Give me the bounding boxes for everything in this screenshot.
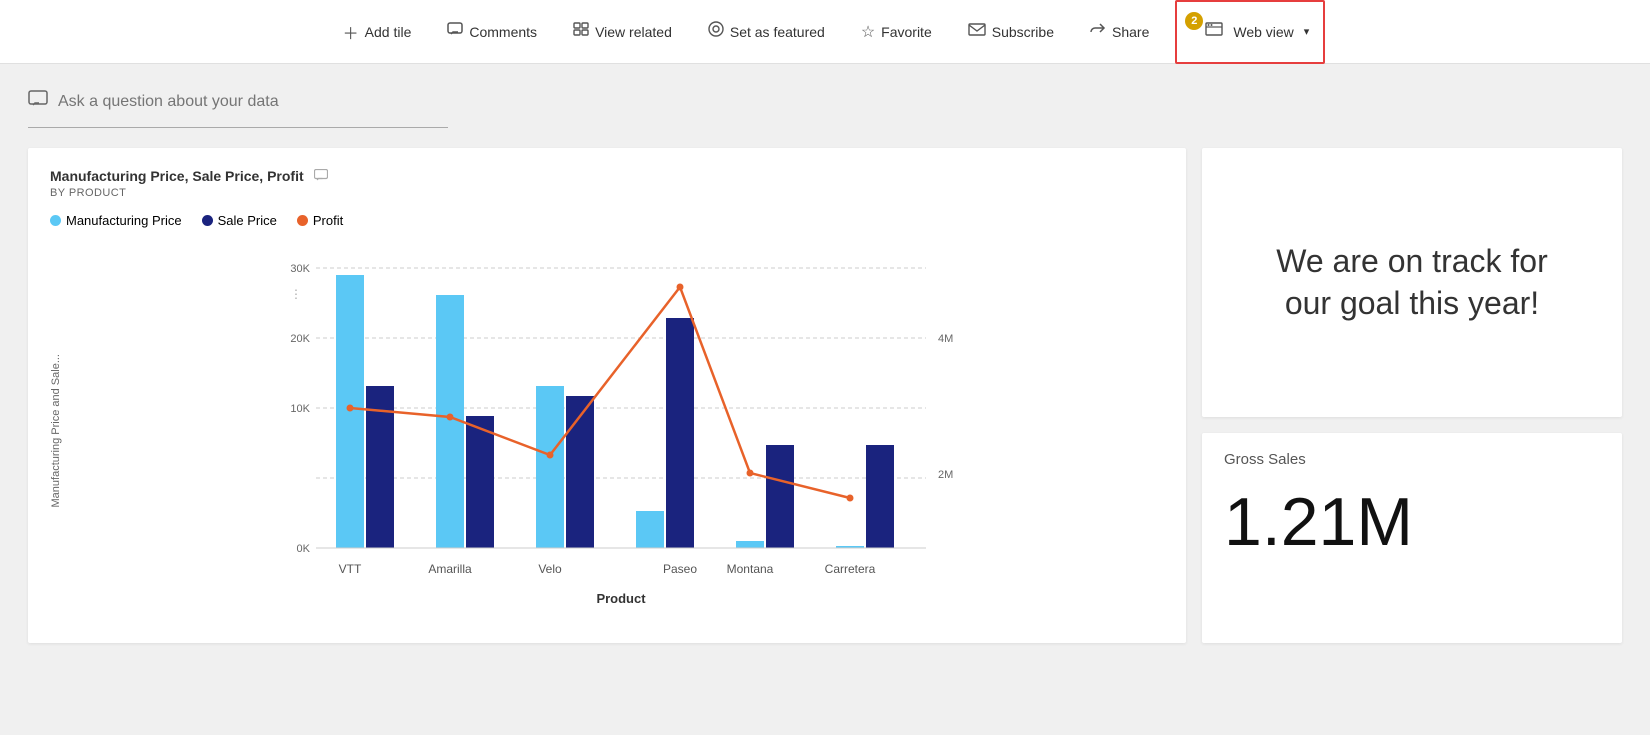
profit-point-carretera	[847, 495, 854, 502]
gross-sales-value: 1.21M	[1224, 488, 1600, 556]
featured-icon	[708, 21, 724, 42]
y-axis-label: Manufacturing Price and Sale...	[50, 354, 62, 507]
chart-card: Manufacturing Price, Sale Price, Profit …	[28, 148, 1186, 643]
share-icon	[1090, 21, 1106, 42]
envelope-icon	[968, 23, 986, 41]
view-related-icon	[573, 22, 589, 41]
view-related-button[interactable]: View related	[555, 0, 690, 64]
bar-amarilla-sale	[466, 416, 494, 548]
legend-dot-profit	[297, 215, 308, 226]
legend-dot-sale	[202, 215, 213, 226]
chevron-down-icon: ▾	[1304, 25, 1310, 38]
goal-card: We are on track for our goal this year!	[1202, 148, 1622, 417]
web-view-icon	[1205, 22, 1223, 41]
chart-legend: Manufacturing Price Sale Price Profit	[50, 213, 1164, 228]
svg-text:Carretera: Carretera	[825, 562, 876, 576]
bar-velo-mfg	[536, 386, 564, 548]
subscribe-button[interactable]: Subscribe	[950, 0, 1072, 64]
add-tile-button[interactable]: ＋ Add tile	[325, 0, 430, 64]
comments-button[interactable]: Comments	[429, 0, 555, 64]
svg-text:0K: 0K	[297, 543, 311, 555]
svg-text:30K: 30K	[290, 263, 310, 275]
svg-text:Amarilla: Amarilla	[428, 562, 472, 576]
gross-sales-card: Gross Sales 1.21M	[1202, 433, 1622, 643]
toolbar: ＋ Add tile Comments View related Set as …	[0, 0, 1650, 64]
chart-title: Manufacturing Price, Sale Price, Profit	[50, 168, 328, 184]
legend-sale-price: Sale Price	[202, 213, 277, 228]
bar-montana-mfg	[736, 541, 764, 548]
svg-text:Product: Product	[596, 591, 646, 606]
qa-icon	[28, 90, 48, 113]
main-content: Manufacturing Price, Sale Price, Profit …	[0, 64, 1650, 661]
svg-text:Paseo: Paseo	[663, 562, 697, 576]
svg-text:4M: 4M	[938, 333, 953, 345]
web-view-badge: 2	[1185, 12, 1203, 30]
legend-profit: Profit	[297, 213, 343, 228]
legend-dot-mfg	[50, 215, 61, 226]
bar-carretera-sale	[866, 445, 894, 548]
qa-input[interactable]	[58, 93, 418, 111]
profit-point-vtt	[347, 405, 354, 412]
legend-mfg-price: Manufacturing Price	[50, 213, 182, 228]
bar-velo-sale	[566, 396, 594, 548]
bar-paseo-mfg	[636, 511, 664, 548]
goal-text: We are on track for our goal this year!	[1276, 241, 1548, 324]
chart-svg: 30K 20K 10K 0K ⋮ 4M 2M	[68, 238, 1164, 618]
star-icon: ☆	[861, 22, 875, 42]
svg-text:2M: 2M	[938, 469, 953, 481]
chart-area: Manufacturing Price and Sale... 30K 20K …	[50, 238, 1164, 623]
qa-bar	[28, 82, 448, 128]
profit-point-velo	[547, 452, 554, 459]
chart-subtitle: BY PRODUCT	[50, 187, 328, 199]
svg-text:⋮: ⋮	[290, 287, 302, 301]
profit-point-paseo	[677, 284, 684, 291]
profit-point-montana	[747, 470, 754, 477]
profit-point-amarilla	[447, 414, 454, 421]
comments-icon	[447, 22, 463, 41]
svg-text:VTT: VTT	[339, 562, 362, 576]
svg-text:Velo: Velo	[538, 562, 562, 576]
svg-text:20K: 20K	[290, 333, 310, 345]
bar-montana-sale	[766, 445, 794, 548]
plus-icon: ＋	[343, 20, 359, 44]
set-as-featured-button[interactable]: Set as featured	[690, 0, 843, 64]
gross-sales-label: Gross Sales	[1224, 451, 1600, 468]
chart-svg-wrapper: 30K 20K 10K 0K ⋮ 4M 2M	[68, 238, 1164, 623]
share-button[interactable]: Share	[1072, 0, 1167, 64]
chart-comment-icon[interactable]	[314, 168, 328, 184]
favorite-button[interactable]: ☆ Favorite	[843, 0, 950, 64]
svg-text:10K: 10K	[290, 403, 310, 415]
dashboard-grid: Manufacturing Price, Sale Price, Profit …	[28, 148, 1622, 643]
bar-paseo-sale	[666, 318, 694, 548]
web-view-button[interactable]: 2 Web view ▾	[1175, 0, 1325, 64]
svg-text:Montana: Montana	[727, 562, 774, 576]
